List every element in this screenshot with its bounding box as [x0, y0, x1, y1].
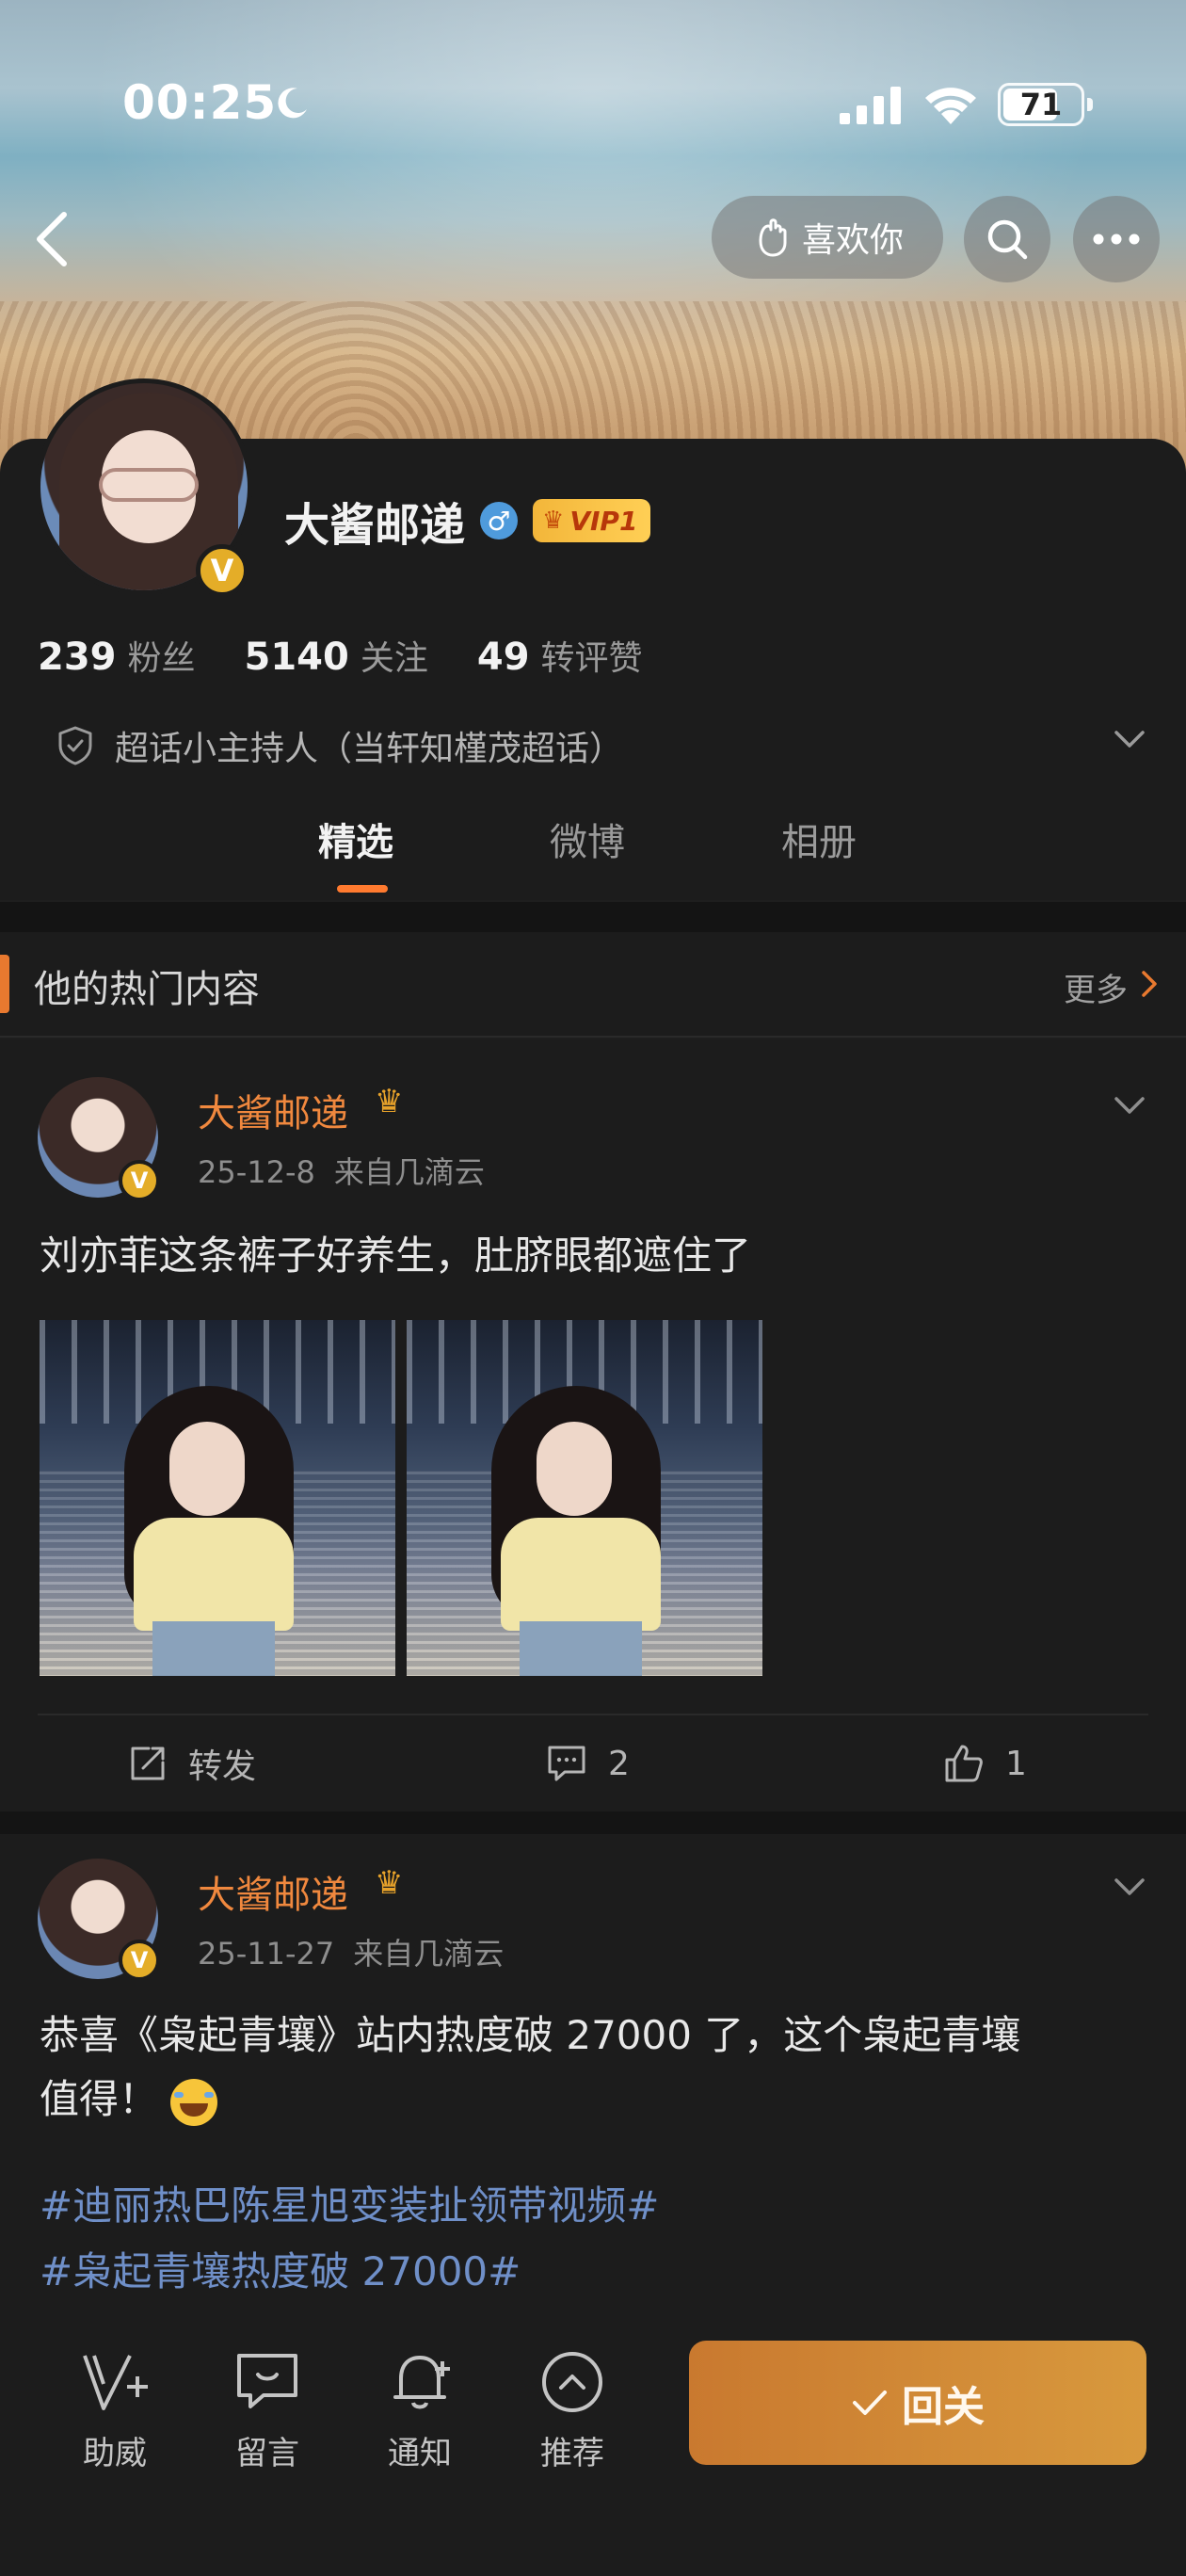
chevron-down-icon[interactable]: [1111, 725, 1148, 753]
cheer-button[interactable]: 助威: [54, 2348, 176, 2473]
tab-album[interactable]: 相册: [781, 812, 857, 866]
crown-icon: ♛: [542, 507, 565, 535]
chevron-down-icon[interactable]: [1111, 1092, 1148, 1119]
chevron-right-icon[interactable]: [1141, 970, 1158, 998]
post-actions: 转发 2 1: [38, 1714, 1148, 1810]
thumbs-up-icon: [945, 1745, 983, 1782]
profile-name: 大酱邮递: [284, 499, 466, 552]
post-hashtags: #迪丽热巴陈星旭变装扯领带视频# #枭起青壤热度破 27000#: [40, 2173, 1150, 2305]
profile-name-row: 大酱邮递 ♂ ♛ VIP1: [284, 488, 651, 554]
profile-role-text: 超话小主持人（当轩知槿茂超话）: [115, 730, 624, 768]
more-button[interactable]: [1073, 196, 1160, 282]
bell-plus-icon: [393, 2356, 450, 2409]
message-label: 留言: [235, 2435, 299, 2472]
post-text-line: 值得！: [40, 2068, 1150, 2132]
checkmark-icon: [853, 2391, 887, 2415]
like-count: 1: [1005, 1744, 1027, 1783]
hand-wave-icon: [759, 218, 787, 257]
recommend-button[interactable]: 推荐: [511, 2348, 633, 2473]
verified-v-badge-icon: V: [119, 1160, 160, 1201]
follow-back-button[interactable]: 回关: [689, 2341, 1146, 2465]
like-button[interactable]: 1: [943, 1740, 1027, 1787]
crown-icon: ♛: [375, 1864, 404, 1902]
hashtag-link[interactable]: #迪丽热巴陈星旭变装扯领带视频#: [40, 2173, 1150, 2239]
recommend-label: 推荐: [540, 2435, 604, 2472]
like-you-button[interactable]: 喜欢你: [712, 196, 943, 279]
cheer-v-plus-icon: [83, 2355, 148, 2410]
active-tab-indicator: [337, 885, 388, 893]
chevron-down-icon[interactable]: [1111, 1874, 1148, 1900]
comment-button[interactable]: 2: [546, 1740, 630, 1787]
follow-back-label: 回关: [902, 2383, 985, 2431]
message-bubble-icon: [237, 2354, 297, 2408]
crown-icon: ♛: [375, 1083, 404, 1120]
vip-badge[interactable]: ♛ VIP1: [533, 499, 651, 542]
more-icon: [1093, 233, 1140, 245]
post-author-name[interactable]: 大酱邮递: [198, 1864, 348, 1919]
post-image[interactable]: [40, 1320, 395, 1676]
post-source: 来自几滴云: [353, 1936, 505, 1972]
verified-v-badge-icon: V: [119, 1940, 160, 1981]
verified-v-badge-icon: V: [196, 544, 248, 597]
section-accent-bar: [0, 955, 9, 1013]
notify-button[interactable]: 通知: [359, 2348, 481, 2473]
laughing-tears-emoji-icon: [170, 2078, 218, 2126]
search-icon: [987, 219, 1028, 260]
battery-indicator: 71: [998, 83, 1093, 126]
notify-label: 通知: [388, 2435, 452, 2472]
post-author-name[interactable]: 大酱邮递: [198, 1083, 348, 1137]
hot-content-header: 他的热门内容 更多: [0, 932, 1186, 1038]
status-time: 00:25: [122, 75, 278, 130]
back-icon[interactable]: [28, 209, 75, 269]
hashtag-link[interactable]: #枭起青壤热度破 27000#: [40, 2239, 1150, 2305]
post-text-line: 恭喜《枭起青壤》站内热度破 27000 了，这个枭起青壤: [40, 2012, 1021, 2058]
cheer-label: 助威: [83, 2435, 147, 2472]
post-date: 25-11-27: [198, 1936, 335, 1972]
shield-icon: [58, 726, 92, 765]
profile-stats: 239 粉丝 5140 关注 49 转评赞: [38, 631, 643, 680]
stat-followers[interactable]: 239 粉丝: [38, 631, 196, 680]
post-meta: 25-11-27 来自几滴云: [198, 1930, 504, 1973]
post-source: 来自几滴云: [333, 1154, 485, 1190]
repost-label: 转发: [188, 1747, 257, 1786]
repost-button[interactable]: 转发: [128, 1740, 256, 1787]
search-button[interactable]: [964, 196, 1050, 282]
battery-percent: 71: [1019, 87, 1063, 122]
message-button[interactable]: 留言: [206, 2348, 329, 2473]
do-not-disturb-moon-icon: [278, 88, 307, 119]
repost-icon: [131, 1747, 165, 1780]
like-you-label: 喜欢你: [801, 221, 904, 260]
interactions-label: 转评赞: [540, 639, 643, 678]
interactions-count: 49: [476, 636, 530, 679]
profile-role-row[interactable]: 超话小主持人（当轩知槿茂超话）: [56, 717, 1148, 774]
post-date: 25-12-8: [198, 1154, 315, 1190]
stat-interactions[interactable]: 49 转评赞: [477, 631, 643, 680]
post-card[interactable]: V 大酱邮递 ♛ 25-11-27 来自几滴云 恭喜《枭起青壤》站内热度破 270…: [0, 1834, 1186, 2326]
bottom-action-bar: 助威 留言 通知 推荐 回关: [0, 2326, 1186, 2576]
chevron-up-circle-icon: [542, 2352, 602, 2412]
stat-following[interactable]: 5140 关注: [245, 631, 428, 680]
post-divider: [0, 1811, 1186, 1834]
comment-count: 2: [608, 1744, 630, 1783]
post-text: 刘亦菲这条裤子好养生，肚脐眼都遮住了: [40, 1232, 752, 1279]
tab-weibo[interactable]: 微博: [550, 812, 625, 866]
post-text: 恭喜《枭起青壤》站内热度破 27000 了，这个枭起青壤 值得！: [40, 2004, 1150, 2132]
more-link[interactable]: 更多: [1064, 964, 1128, 1010]
comment-icon: [548, 1746, 585, 1781]
tab-featured[interactable]: 精选: [318, 812, 393, 866]
profile-tabs: 精选 微博 相册: [0, 812, 1186, 906]
status-bar: 00:25 71: [0, 75, 1186, 141]
followers-count: 239: [38, 636, 117, 679]
post-meta: 25-12-8 来自几滴云: [198, 1149, 485, 1192]
followers-label: 粉丝: [127, 639, 196, 678]
male-gender-icon: ♂: [480, 502, 519, 539]
following-count: 5140: [244, 636, 349, 679]
section-divider: [0, 902, 1186, 932]
post-image[interactable]: [407, 1320, 762, 1676]
hot-content-title: 他的热门内容: [34, 968, 260, 1011]
cellular-signal-icon: [840, 87, 901, 124]
vip-label: VIP1: [569, 505, 638, 537]
wifi-icon: [925, 88, 976, 124]
following-label: 关注: [360, 639, 428, 678]
